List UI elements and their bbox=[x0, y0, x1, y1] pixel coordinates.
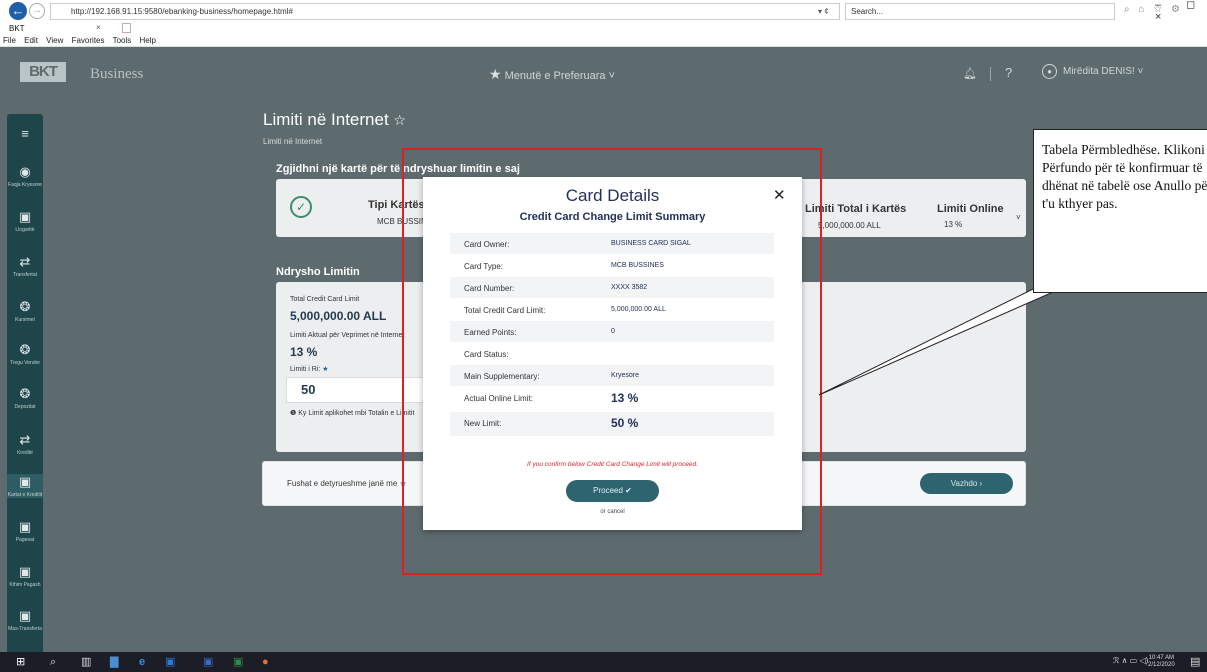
required-star-icon: ★ bbox=[322, 366, 329, 373]
browser-search-input[interactable]: Search... bbox=[845, 3, 1115, 20]
credit-icon: ⇄ bbox=[19, 432, 31, 447]
sidebar-item-credits[interactable]: ⇄ Kreditë bbox=[7, 432, 43, 456]
taskbar bbox=[0, 652, 1207, 672]
refresh-icon[interactable]: ▾ ¢ bbox=[818, 3, 829, 20]
system-tray-icons[interactable]: ℛ ∧ ▭ ◁) bbox=[1113, 656, 1148, 665]
preferences-menu[interactable]: ★ Menutë e Preferuara ˅ bbox=[489, 66, 615, 83]
menu-bar: File Edit View Favorites Tools Help bbox=[3, 36, 156, 45]
card-icon: ▣ bbox=[18, 474, 32, 489]
sidebar-item-market[interactable]: ❂ Tregu Vendor bbox=[7, 342, 43, 366]
online-limit-value: 13 % bbox=[944, 220, 963, 229]
bkt-logo[interactable]: BKT bbox=[20, 62, 66, 82]
required-fields-text: Fushat e detyrueshme janë me ★ bbox=[287, 479, 407, 488]
change-limit-heading: Ndrysho Limitin bbox=[276, 266, 360, 278]
user-greeting: Mirëdita DENIS! bbox=[1063, 66, 1135, 78]
user-menu[interactable]: ● Mirëdita DENIS! ˅ bbox=[1042, 64, 1143, 79]
sidebar-item-savings[interactable]: ❂ Kursimet bbox=[7, 299, 43, 323]
bell-icon[interactable]: 🔔︎ bbox=[963, 67, 977, 80]
transfer-icon: ⇄ bbox=[19, 254, 31, 269]
file-explorer-icon[interactable]: ▇ bbox=[110, 656, 118, 668]
notifications-icon[interactable]: ▤ bbox=[1190, 656, 1200, 668]
sidebar-item-payments[interactable]: ▣ Pagesat bbox=[7, 519, 43, 543]
accounts-icon: ▣ bbox=[18, 209, 32, 224]
total-limit-value: 5,000,000.00 ALL bbox=[818, 221, 881, 230]
logo-subtitle: Business bbox=[90, 66, 144, 82]
sidebar: ≡ ◉ Faqja Kryesore ▣ Llogaritë ⇄ Transferta… bbox=[7, 114, 43, 654]
start-icon[interactable]: ⊞ bbox=[16, 656, 25, 668]
outlook-icon[interactable]: ▣ bbox=[165, 656, 175, 668]
tab-close-icon[interactable]: × bbox=[96, 23, 101, 32]
forward-button[interactable]: → bbox=[29, 3, 45, 19]
window-controls[interactable]: – ◻ × bbox=[1155, 0, 1207, 23]
word-icon[interactable]: ▣ bbox=[203, 656, 213, 668]
sidebar-item-transfers[interactable]: ⇄ Transfertat bbox=[7, 254, 43, 278]
new-tab-button[interactable] bbox=[122, 23, 131, 33]
menu-help[interactable]: Help bbox=[140, 36, 156, 45]
highlight-box bbox=[402, 148, 822, 575]
breadcrumb: Limiti në Internet bbox=[263, 137, 323, 146]
preferences-label: Menutë e Preferuara bbox=[504, 70, 606, 82]
deposit-icon: ❂ bbox=[19, 386, 31, 401]
menu-file[interactable]: File bbox=[3, 36, 16, 45]
back-button[interactable]: ← bbox=[9, 2, 27, 20]
savings-icon: ❂ bbox=[19, 299, 31, 314]
menu-view[interactable]: View bbox=[46, 36, 63, 45]
sidebar-item-accounts[interactable]: ▣ Llogaritë bbox=[7, 209, 43, 233]
sidebar-item-credit-cards[interactable]: ▣ Kartat e Kreditit bbox=[7, 474, 43, 498]
sidebar-menu-toggle[interactable]: ≡ bbox=[7, 126, 43, 144]
callout-pointer bbox=[818, 288, 1060, 396]
continue-button[interactable]: Vazhdo › bbox=[920, 473, 1013, 494]
sidebar-item-payroll[interactable]: ▣ Kthim Pagash bbox=[7, 564, 43, 588]
sidebar-item-mass-transfer[interactable]: ▣ Mas-Transferta bbox=[7, 608, 43, 632]
payroll-icon: ▣ bbox=[18, 564, 32, 579]
star-icon: ★ bbox=[489, 66, 502, 82]
browser-tab[interactable]: BKT bbox=[4, 23, 119, 35]
menu-favorites[interactable]: Favorites bbox=[72, 36, 105, 45]
actual-limit-value: 13 % bbox=[290, 345, 318, 359]
online-limit-header: Limiti Online bbox=[937, 203, 1004, 215]
market-icon: ❂ bbox=[19, 342, 31, 357]
info-icon: ❶ bbox=[290, 410, 297, 417]
clock[interactable]: 10:47 AM 2/12/2020 bbox=[1148, 655, 1175, 669]
payments-icon: ▣ bbox=[18, 519, 32, 534]
task-view-icon[interactable]: ▥ bbox=[81, 656, 91, 668]
limit-note: ❶ Ky Limit aplikohet mbi Totalin e Limit… bbox=[290, 410, 415, 417]
avatar: ● bbox=[1042, 64, 1057, 79]
firefox-icon[interactable]: ● bbox=[262, 656, 269, 668]
help-icon[interactable]: ? bbox=[1005, 65, 1012, 80]
favorite-star-icon[interactable]: ☆ bbox=[393, 112, 406, 128]
page-title: Limiti në Internet ☆ bbox=[263, 110, 406, 129]
check-icon: ✓ bbox=[290, 196, 312, 218]
new-limit-label: Limiti i Ri: ★ bbox=[290, 366, 329, 373]
callout-text: Tabela Përmbledhëse. Klikoni Përfundo pë… bbox=[1042, 142, 1207, 211]
search-icon[interactable]: ⌕ bbox=[50, 656, 56, 668]
chevron-down-icon[interactable]: ˅ bbox=[1016, 213, 1021, 222]
home-icon: ◉ bbox=[19, 164, 31, 179]
menu-edit[interactable]: Edit bbox=[24, 36, 38, 45]
menu-tools[interactable]: Tools bbox=[113, 36, 132, 45]
actual-limit-label: Limiti Aktual për Veprimet në Internet bbox=[290, 332, 405, 339]
menu-icon: ≡ bbox=[21, 126, 29, 141]
total-credit-value: 5,000,000.00 ALL bbox=[290, 309, 387, 323]
excel-icon[interactable]: ▣ bbox=[233, 656, 243, 668]
header-divider bbox=[990, 67, 991, 81]
address-bar[interactable]: http://192.168.91.15:9580/ebanking-busin… bbox=[50, 3, 840, 20]
sidebar-item-home[interactable]: ◉ Faqja Kryesore bbox=[7, 164, 43, 188]
sidebar-item-deposits[interactable]: ❂ Depozitat bbox=[7, 386, 43, 410]
total-credit-label: Total Credit Card Limit bbox=[290, 296, 360, 303]
mass-transfer-icon: ▣ bbox=[18, 608, 32, 623]
internet-explorer-icon[interactable]: e bbox=[139, 656, 145, 668]
callout-joint bbox=[1034, 280, 1064, 292]
